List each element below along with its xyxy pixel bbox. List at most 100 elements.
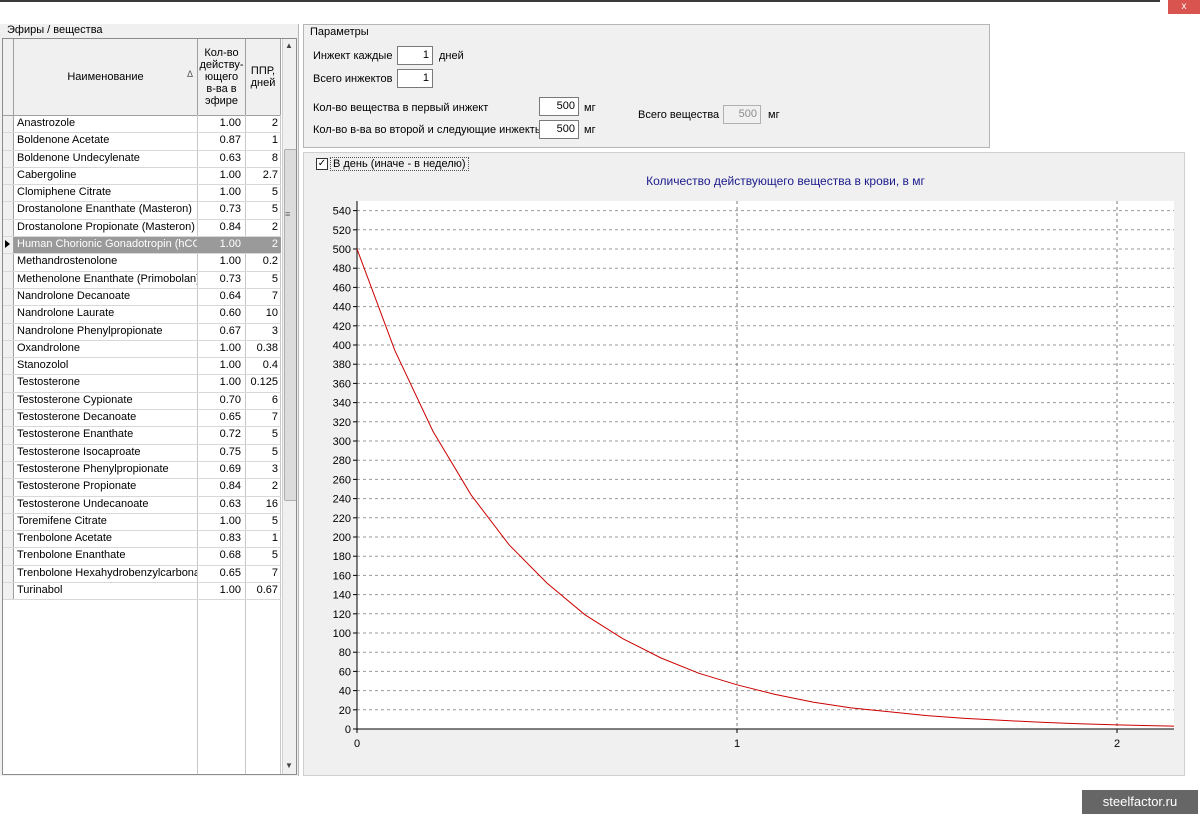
row-ppr-cell: 5 <box>271 428 278 441</box>
scroll-up-icon[interactable]: ▲ <box>285 41 293 50</box>
scrollbar-thumb[interactable] <box>284 149 296 501</box>
y-tick-label: 100 <box>333 628 351 640</box>
row-name-cell: Anastrozole <box>17 117 76 129</box>
row-amount-cell: 1.00 <box>219 117 241 129</box>
row-indicator <box>3 479 14 496</box>
scroll-grip-icon: ≡ <box>285 209 291 219</box>
row-ppr-cell: 0.2 <box>262 255 278 268</box>
table-row[interactable]: Boldenone Undecylenate 0.63 8 <box>3 150 281 168</box>
next-inject-input[interactable]: 500 <box>539 120 579 139</box>
close-button[interactable]: x <box>1168 0 1200 14</box>
window-title-bar: x <box>0 0 1200 18</box>
row-amount-cell: 0.70 <box>219 393 241 406</box>
table-row[interactable]: Testosterone Phenylpropionate 0.69 3 <box>3 461 281 480</box>
table-row[interactable]: Testosterone Cypionate 0.70 6 <box>3 392 281 411</box>
row-name-cell: Boldenone Undecylenate <box>17 151 140 164</box>
table-row[interactable]: Testosterone 1.00 0.125 <box>3 375 281 393</box>
table-row[interactable]: Anastrozole 1.00 2 <box>3 116 281 134</box>
table-row[interactable]: Cabergoline 1.00 2.7 <box>3 167 281 186</box>
row-indicator <box>3 185 14 202</box>
y-tick-label: 300 <box>333 436 351 448</box>
total-substance-unit: мг <box>768 109 780 121</box>
table-row[interactable]: Clomiphene Citrate 1.00 5 <box>3 185 281 203</box>
y-tick-label: 180 <box>333 551 351 563</box>
row-name-cell: Testosterone Cypionate <box>17 393 133 406</box>
row-name-cell: Testosterone Propionate <box>17 480 137 493</box>
table-row[interactable]: Turinabol 1.00 0.67 <box>3 583 281 601</box>
column-header-ppr[interactable]: ППР, дней <box>246 39 281 115</box>
row-name-cell: Methenolone Enanthate (Primobolan) <box>17 272 197 285</box>
row-amount-cell: 0.72 <box>219 428 241 441</box>
first-inject-unit: мг <box>584 102 596 114</box>
row-ppr-cell: 5 <box>271 445 278 458</box>
y-tick-label: 380 <box>333 359 351 371</box>
row-name-cell: Methandrostenolone <box>17 255 118 268</box>
row-name-cell: Drostanolone Propionate (Masteron) <box>17 220 195 233</box>
table-row[interactable]: Trenbolone Hexahydrobenzylcarbonate 0.65 7 <box>3 565 281 584</box>
table-row[interactable]: Drostanolone Propionate (Masteron) 0.84 2 <box>3 219 281 238</box>
y-tick-label: 40 <box>339 686 351 698</box>
table-row[interactable]: Boldenone Acetate 0.87 1 <box>3 133 281 151</box>
table-row[interactable]: Nandrolone Decanoate 0.64 7 <box>3 288 281 307</box>
table-row[interactable]: Methandrostenolone 1.00 0.2 <box>3 254 281 272</box>
table-row[interactable]: Drostanolone Enanthate (Masteron) 0.73 5 <box>3 202 281 220</box>
y-tick-label: 160 <box>333 570 351 582</box>
table-row[interactable]: Testosterone Isocaproate 0.75 5 <box>3 444 281 462</box>
first-inject-input[interactable]: 500 <box>539 97 579 116</box>
table-row[interactable]: Nandrolone Phenylpropionate 0.67 3 <box>3 323 281 341</box>
total-injects-input[interactable]: 1 <box>397 69 433 88</box>
table-row[interactable]: Toremifene Citrate 1.00 5 <box>3 513 281 532</box>
row-indicator <box>3 444 14 461</box>
chart-title: Количество действующего вещества в крови… <box>646 174 925 188</box>
concentration-chart: 0204060801001201401601802002202402602803… <box>333 174 1175 750</box>
table-row[interactable]: Trenbolone Enanthate 0.68 5 <box>3 548 281 566</box>
table-row[interactable]: Human Chorionic Gonadotropin (hCG) 1.00 2 <box>3 237 281 255</box>
column-header-name[interactable]: Наименование Δ <box>14 39 198 115</box>
y-tick-label: 200 <box>333 532 351 544</box>
row-amount-cell: 0.73 <box>219 203 241 216</box>
row-ppr-cell: 0.38 <box>256 341 278 354</box>
grid-header: Наименование Δ Кол-во действу- ющего в-в… <box>3 39 281 116</box>
row-indicator <box>3 565 14 583</box>
row-indicator <box>3 375 14 392</box>
table-row[interactable]: Methenolone Enanthate (Primobolan) 0.73 5 <box>3 271 281 289</box>
y-tick-label: 80 <box>339 647 351 659</box>
row-indicator <box>3 133 14 150</box>
row-indicator <box>3 323 14 340</box>
row-amount-cell: 1.00 <box>219 186 241 199</box>
y-tick-label: 240 <box>333 494 351 506</box>
substances-grid[interactable]: Наименование Δ Кол-во действу- ющего в-в… <box>2 38 297 775</box>
row-ppr-cell: 5 <box>271 203 278 216</box>
inject-every-input[interactable]: 1 <box>397 46 433 65</box>
row-name-cell: Trenbolone Acetate <box>17 532 112 545</box>
table-row[interactable]: Testosterone Undecanoate 0.63 16 <box>3 496 281 514</box>
row-name-cell: Stanozolol <box>17 359 69 372</box>
table-row[interactable]: Oxandrolone 1.00 0.38 <box>3 340 281 359</box>
row-name-cell: Nandrolone Decanoate <box>17 289 131 302</box>
table-row[interactable]: Stanozolol 1.00 0.4 <box>3 358 281 376</box>
row-indicator <box>3 306 14 323</box>
row-amount-cell: 0.63 <box>219 151 241 164</box>
scroll-down-icon[interactable]: ▼ <box>285 761 293 770</box>
row-ppr-cell: 7 <box>271 289 278 302</box>
column-header-amount[interactable]: Кол-во действу- ющего в-ва в эфире <box>198 39 246 115</box>
row-amount-cell: 1.00 <box>219 341 241 354</box>
table-row[interactable]: Testosterone Enanthate 0.72 5 <box>3 427 281 445</box>
row-indicator <box>3 410 14 427</box>
table-row[interactable]: Testosterone Decanoate 0.65 7 <box>3 410 281 428</box>
table-row[interactable]: Trenbolone Acetate 0.83 1 <box>3 531 281 549</box>
row-name-cell: Oxandrolone <box>17 341 80 354</box>
total-injects-label: Всего инжектов <box>313 73 393 85</box>
y-tick-label: 120 <box>333 609 351 621</box>
row-ppr-cell: 1 <box>271 134 278 147</box>
table-row[interactable]: Nandrolone Laurate 0.60 10 <box>3 306 281 324</box>
row-ppr-cell: 5 <box>271 186 278 199</box>
row-ppr-cell: 7 <box>271 411 278 424</box>
grid-scrollbar[interactable]: ▲ ≡ ▼ <box>282 39 296 774</box>
y-tick-label: 260 <box>333 474 351 486</box>
x-tick-label: 2 <box>1114 738 1120 750</box>
y-tick-label: 460 <box>333 282 351 294</box>
row-ppr-cell: 0.125 <box>250 376 278 389</box>
table-row[interactable]: Testosterone Propionate 0.84 2 <box>3 479 281 497</box>
row-ppr-cell: 3 <box>271 462 278 475</box>
